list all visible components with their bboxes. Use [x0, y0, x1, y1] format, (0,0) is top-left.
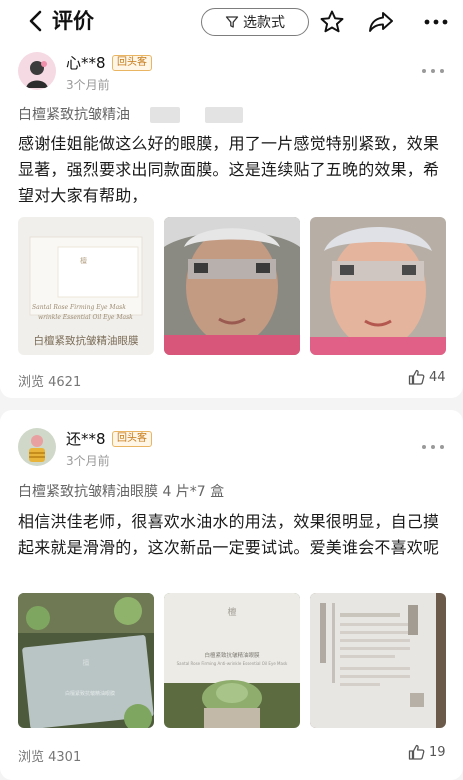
- face-after-photo: [310, 217, 446, 355]
- more-menu-button[interactable]: [422, 9, 450, 35]
- thumbs-up-icon: [408, 744, 425, 760]
- top-nav-bar: 评价 选款式: [0, 0, 463, 44]
- like-button[interactable]: 19: [408, 744, 446, 760]
- product-with-plants-photo: 檀 白檀紧致抗皱精油眼膜: [18, 593, 154, 728]
- review-photo[interactable]: [164, 217, 300, 355]
- view-count: 浏览 4301: [18, 750, 82, 765]
- svg-text:Santal Rose Firming Eye Mask: Santal Rose Firming Eye Mask: [32, 304, 126, 311]
- redacted-text: [150, 107, 180, 123]
- reviewer-name: 还**8: [66, 430, 106, 448]
- back-button[interactable]: [24, 10, 46, 32]
- product-variant: 白檀紧致抗皱精油: [18, 107, 130, 123]
- face-before-photo: [164, 217, 300, 355]
- product-box-closeup-photo: 檀 白檀紧致抗皱精油眼膜 Santal Rose Firming Anti-wr…: [164, 593, 300, 728]
- funnel-icon: [225, 16, 239, 28]
- review-photo[interactable]: [310, 217, 446, 355]
- product-label-photo: [310, 593, 446, 728]
- avatar-image: [18, 428, 56, 466]
- photo-caption: 白檀紧致抗皱精油眼膜: [34, 334, 139, 347]
- repeat-customer-badge: 回头客: [112, 431, 152, 447]
- repeat-customer-badge: 回头客: [112, 55, 152, 71]
- svg-text:檀: 檀: [227, 606, 236, 618]
- share-button[interactable]: [367, 9, 395, 35]
- review-photo[interactable]: 檀 白檀紧致抗皱精油眼膜 Santal Rose Firming Anti-wr…: [164, 593, 300, 728]
- review-photo[interactable]: 檀 白檀紧致抗皱精油眼膜: [18, 593, 154, 728]
- svg-text:Santal Rose Firming Anti-wrink: Santal Rose Firming Anti-wrinkle Essenti…: [177, 661, 288, 666]
- review-time: 3个月前: [66, 78, 110, 92]
- star-outline-icon: [320, 10, 344, 33]
- view-count: 浏览 4621: [18, 375, 82, 390]
- review-text: 感谢佳姐能做这么好的眼膜，用了一片感觉特别紧致，效果显著，强烈要求出同款面膜。这…: [18, 134, 440, 205]
- review-more-button[interactable]: [422, 66, 444, 76]
- like-count: 19: [429, 744, 446, 760]
- review-photo[interactable]: [310, 593, 446, 728]
- product-variant: 白檀紧致抗皱精油眼膜 4 片*7 盒: [18, 484, 225, 500]
- review-card: 还**8 回头客 3个月前 白檀紧致抗皱精油眼膜 4 片*7 盒 相信洪佳老师，…: [0, 410, 463, 780]
- thumbs-up-icon: [408, 369, 425, 385]
- review-text: 相信洪佳老师，很喜欢水油水的用法，效果很明显，自己摸起来就是滑滑的，这次新品一定…: [18, 512, 440, 557]
- more-dots-icon: [424, 19, 448, 25]
- review-time: 3个月前: [66, 454, 110, 468]
- svg-text:wrinkle Essential Oil Eye Mask: wrinkle Essential Oil Eye Mask: [38, 314, 133, 321]
- svg-text:檀: 檀: [80, 256, 87, 265]
- like-button[interactable]: 44: [408, 369, 446, 385]
- svg-text:檀: 檀: [83, 658, 90, 667]
- select-style-button[interactable]: 选款式: [201, 8, 309, 36]
- avatar-image: [18, 52, 56, 90]
- share-arrow-icon: [369, 12, 393, 32]
- page-title: 评价: [52, 9, 94, 33]
- redacted-text: [205, 107, 243, 123]
- svg-text:白檀紧致抗皱精油眼膜: 白檀紧致抗皱精油眼膜: [204, 651, 260, 659]
- avatar[interactable]: [18, 52, 56, 90]
- svg-text:白檀紧致抗皱精油眼膜: 白檀紧致抗皱精油眼膜: [65, 690, 115, 697]
- avatar[interactable]: [18, 428, 56, 466]
- product-box-photo: 檀 Santal Rose Firming Eye Mask wrinkle E…: [18, 217, 154, 355]
- chevron-left-icon: [29, 10, 42, 32]
- reviewer-name: 心**8: [66, 54, 106, 72]
- like-count: 44: [429, 369, 446, 385]
- review-photo[interactable]: 檀 Santal Rose Firming Eye Mask wrinkle E…: [18, 217, 154, 355]
- favorite-button[interactable]: [318, 9, 346, 35]
- review-card: 心**8 回头客 3个月前 白檀紧致抗皱精油 感谢佳姐能做这么好的眼膜，用了一片…: [0, 44, 463, 398]
- review-more-button[interactable]: [422, 442, 444, 452]
- filter-label: 选款式: [243, 15, 285, 31]
